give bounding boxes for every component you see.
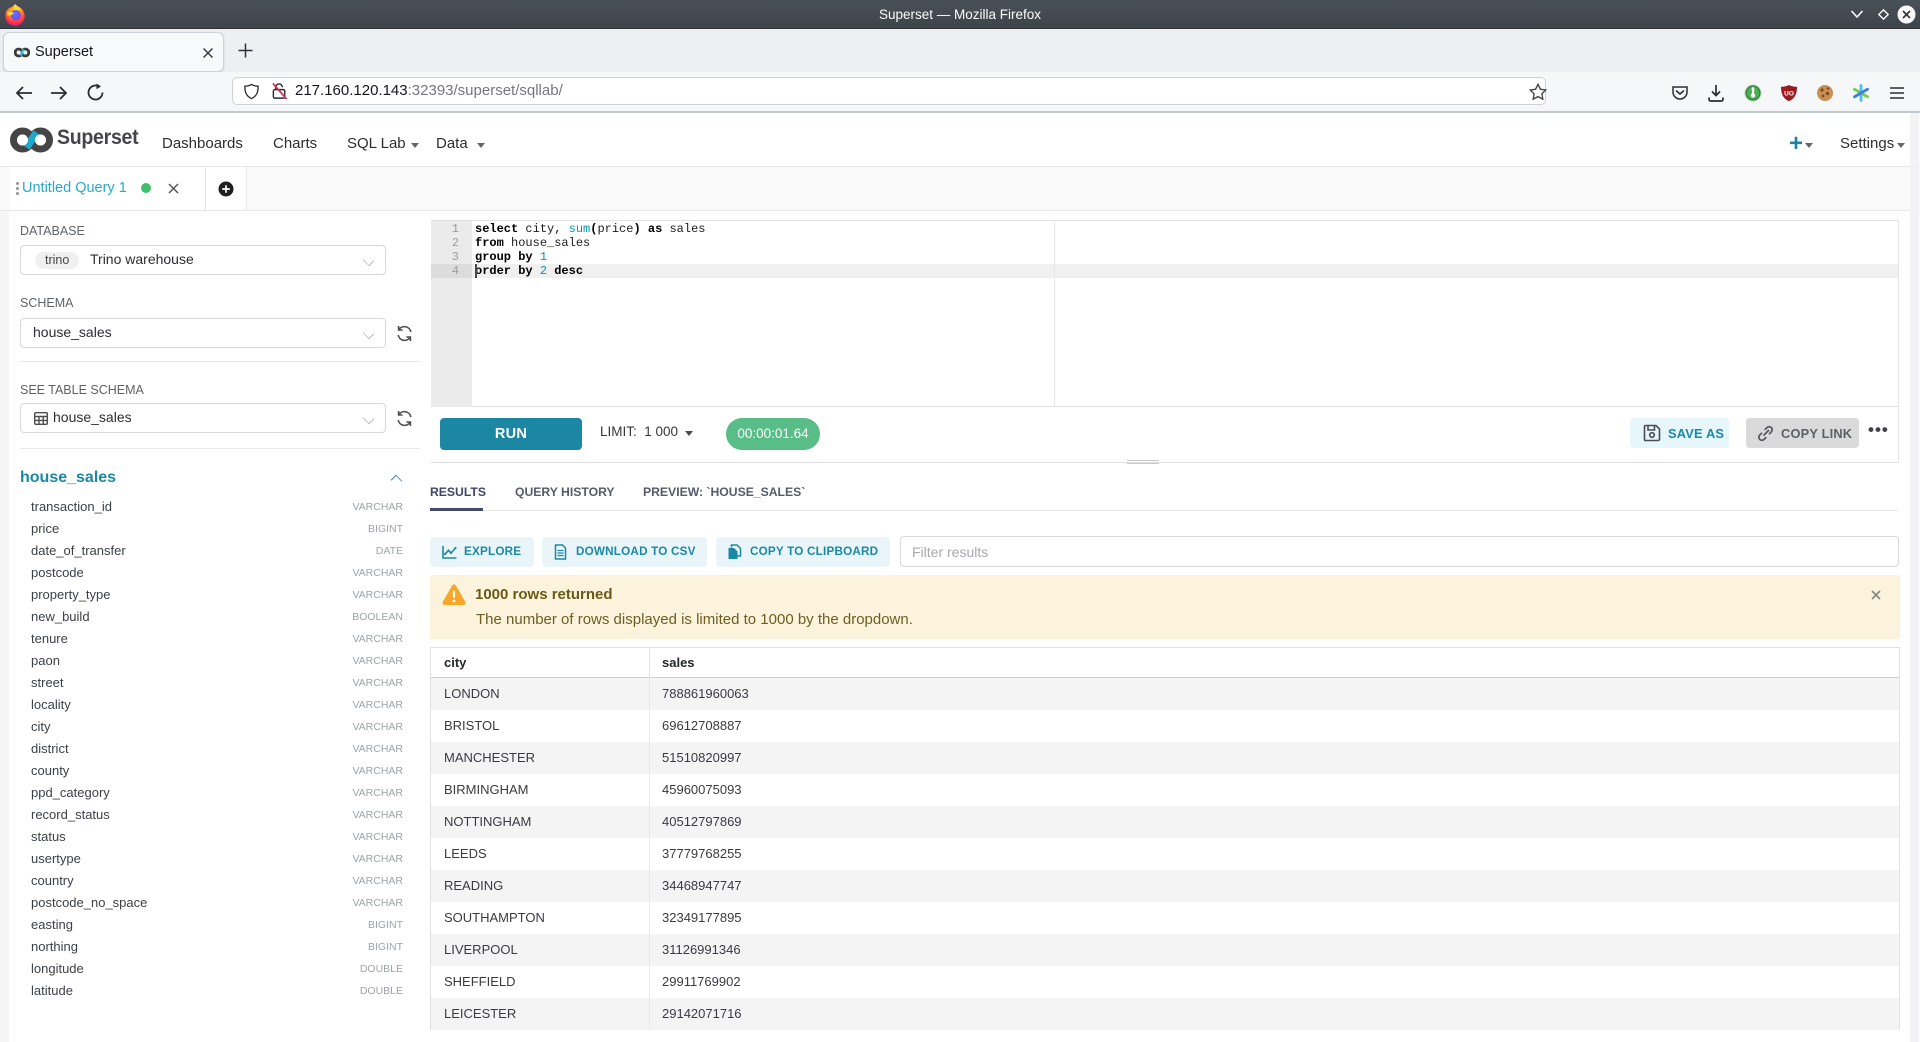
- svg-text:UO: UO: [1784, 91, 1794, 98]
